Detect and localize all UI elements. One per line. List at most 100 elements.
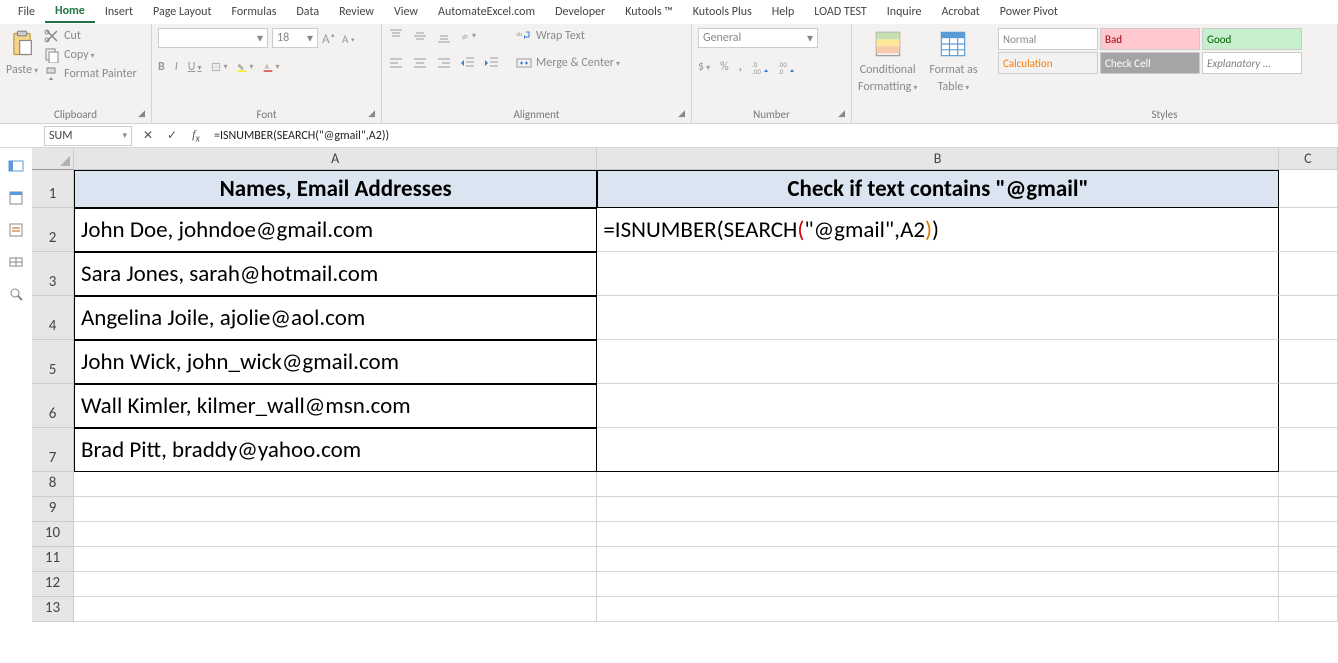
menu-loadtest[interactable]: LOAD TEST [804,2,877,22]
number-format-combo[interactable]: General▾ [698,28,818,48]
cell-A2[interactable]: John Doe, johndoe@gmail.com [74,208,597,252]
cell-B6[interactable] [597,384,1278,428]
column-headers[interactable]: ABC [74,148,1338,170]
row-header-8[interactable]: 8 [32,472,74,497]
align-left-icon[interactable] [388,55,404,71]
paste-button[interactable]: Paste [6,63,38,77]
cell-A5[interactable]: John Wick, john_wick@gmail.com [74,340,597,384]
insert-function-button[interactable]: fx [184,127,208,144]
cell-A3[interactable]: Sara Jones, sarah@hotmail.com [74,252,597,296]
enter-formula-button[interactable]: ✓ [160,128,184,143]
decrease-decimal-icon[interactable]: .00.0 [778,59,794,75]
col-header-B[interactable]: B [597,148,1278,170]
cell-C8[interactable] [1279,472,1338,497]
cell-A7[interactable]: Brad Pitt, braddy@yahoo.com [74,428,597,472]
bold-button[interactable]: B [158,60,165,74]
cell-B3[interactable] [597,252,1278,296]
col-header-C[interactable]: C [1279,148,1338,170]
cell-B7[interactable] [597,428,1278,472]
row-header-9[interactable]: 9 [32,497,74,522]
cell-A13[interactable] [74,597,597,622]
cell-C3[interactable] [1279,252,1338,296]
borders-icon[interactable] [211,59,227,75]
cell-B2[interactable]: =ISNUMBER(SEARCH("@gmail",A2)) [597,208,1278,252]
format-painter-button[interactable]: Format Painter [44,66,137,82]
cell-B8[interactable] [597,472,1278,497]
align-center-icon[interactable] [412,55,428,71]
style-explanatory[interactable]: Explanatory ... [1202,52,1302,74]
cell-C4[interactable] [1279,296,1338,340]
comma-format-button[interactable]: , [739,60,742,74]
menu-formulas[interactable]: Formulas [221,2,286,22]
menu-data[interactable]: Data [286,2,329,22]
percent-format-button[interactable]: % [720,60,729,74]
decrease-indent-icon[interactable] [460,55,476,71]
cell-B4[interactable] [597,296,1278,340]
sidebar-name-icon[interactable] [8,254,24,270]
row-header-11[interactable]: 11 [32,547,74,572]
copy-button[interactable]: Copy [44,47,137,63]
row-header-5[interactable]: 5 [32,340,74,384]
font-family-combo[interactable]: ▾ [158,28,268,48]
cell-B1[interactable]: Check if text contains "@gmail" [597,170,1278,208]
menu-view[interactable]: View [384,2,428,22]
shrink-font-icon[interactable]: A▾ [342,30,358,46]
menu-review[interactable]: Review [329,2,384,22]
accounting-format-button[interactable]: $ [698,60,710,74]
select-all-corner[interactable] [32,148,74,170]
menu-help[interactable]: Help [762,2,805,22]
format-as-table-button[interactable]: Format as Table [929,28,977,94]
row-header-1[interactable]: 1 [32,170,74,208]
formula-input[interactable]: =ISNUMBER(SEARCH("@gmail",A2)) [208,129,1338,143]
cell-C7[interactable] [1279,428,1338,472]
row-header-4[interactable]: 4 [32,296,74,340]
style-bad[interactable]: Bad [1100,28,1200,50]
cell-A9[interactable] [74,497,597,522]
menu-home[interactable]: Home [45,1,95,23]
menu-automateexcel[interactable]: AutomateExcel.com [428,2,545,22]
alignment-launcher-icon[interactable]: ◢ [678,108,685,119]
cell-A1[interactable]: Names, Email Addresses [74,170,597,208]
cell-C5[interactable] [1279,340,1338,384]
orientation-icon[interactable]: ab [460,28,476,44]
sidebar-workbook-icon[interactable] [8,190,24,206]
fill-color-icon[interactable] [237,59,253,75]
cell-A4[interactable]: Angelina Joile, ajolie@aol.com [74,296,597,340]
cell-B13[interactable] [597,597,1278,622]
row-header-7[interactable]: 7 [32,428,74,472]
sidebar-autotext-icon[interactable] [8,222,24,238]
row-headers[interactable]: 12345678910111213 [32,170,74,622]
cell-B12[interactable] [597,572,1278,597]
increase-decimal-icon[interactable]: .0.00 [752,59,768,75]
cell-C13[interactable] [1279,597,1338,622]
font-launcher-icon[interactable]: ◢ [368,108,375,119]
cell-styles-gallery[interactable]: Normal Bad Good Calculation Check Cell E… [998,28,1302,74]
align-middle-icon[interactable] [412,28,428,44]
menu-insert[interactable]: Insert [95,2,143,22]
style-check-cell[interactable]: Check Cell [1100,52,1200,74]
cell-A11[interactable] [74,547,597,572]
wrap-text-button[interactable]: ab Wrap Text [516,28,620,44]
row-header-12[interactable]: 12 [32,572,74,597]
underline-button[interactable]: U [188,60,202,74]
align-right-icon[interactable] [436,55,452,71]
cell-C2[interactable] [1279,208,1338,252]
cell-C9[interactable] [1279,497,1338,522]
cell-B11[interactable] [597,547,1278,572]
cell-A8[interactable] [74,472,597,497]
row-header-10[interactable]: 10 [32,522,74,547]
cancel-formula-button[interactable]: ✕ [136,128,160,143]
style-calculation[interactable]: Calculation [998,52,1098,74]
cell-B9[interactable] [597,497,1278,522]
menu-kutoolsplus[interactable]: Kutools Plus [683,2,762,22]
font-color-icon[interactable]: A [263,59,279,75]
row-header-2[interactable]: 2 [32,208,74,252]
style-normal[interactable]: Normal [998,28,1098,50]
align-bottom-icon[interactable] [436,28,452,44]
paste-icon[interactable] [6,28,38,60]
cell-B10[interactable] [597,522,1278,547]
grow-font-icon[interactable]: A▴ [322,30,338,46]
menu-inquire[interactable]: Inquire [877,2,932,22]
italic-button[interactable]: I [175,60,178,74]
menu-acrobat[interactable]: Acrobat [931,2,989,22]
